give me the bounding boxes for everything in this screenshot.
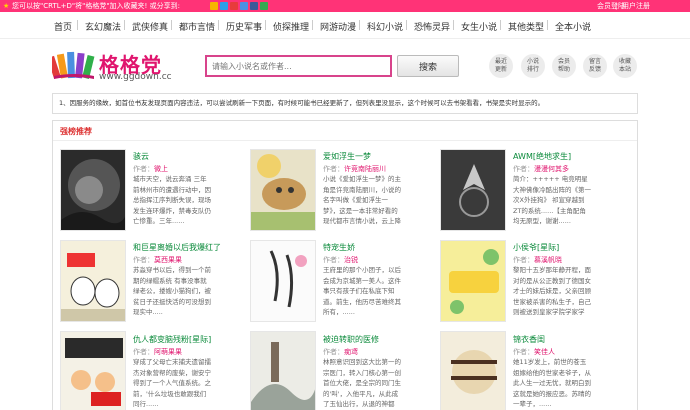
share-renren-icon[interactable] (230, 2, 238, 10)
book-desc-1: 城市天空，说云奔涌 三年前林州市的遭遇行动中，因总指挥江序判断失误，现场发生连环… (133, 175, 211, 225)
share-tqq-icon[interactable] (240, 2, 248, 10)
book-author-5: 作者：治锐 (323, 256, 358, 264)
nav-divider (500, 20, 501, 30)
book-author-4: 作者：莫西果果 (133, 256, 182, 264)
nav-dushi[interactable]: 都市言情 (179, 20, 215, 33)
quick-link-line1: 留言 (588, 58, 601, 65)
quick-link-member-help[interactable]: 会员 帮助 (552, 54, 576, 78)
quick-link-latest-update[interactable]: 最近 更新 (489, 54, 513, 78)
book-desc-2: 小说《爱如浮生一梦》的主角是许竞南陆丽川，小说的名字叫做《爱如浮生一梦》，这是一… (323, 175, 401, 225)
nav-home[interactable]: 首页 (54, 20, 72, 33)
share-wechat-icon[interactable] (260, 2, 268, 10)
topbar-separator: | (615, 2, 618, 10)
share-qzone-icon[interactable] (210, 2, 218, 10)
nav-qita[interactable]: 其他类型 (508, 20, 544, 33)
nav-quanben[interactable]: 全本小说 (555, 20, 591, 33)
logo-url: www.ggdown.cc (99, 72, 172, 82)
share-icons (210, 2, 268, 10)
book-desc-8: 林照意识回到这大比第一的宗医门，转入门核心第一创首位大佬，是全宗的同门生的'叫'… (323, 358, 401, 408)
top-bar: ★ 您可以按"CRTL+D"将"格格党"加入收藏夹! 或分享到: 会员登陆 | … (0, 0, 690, 12)
nav-xuanhuan[interactable]: 玄幻魔法 (85, 20, 121, 33)
quick-link-feedback[interactable]: 留言 反馈 (583, 54, 607, 78)
share-weibo-icon[interactable] (220, 2, 228, 10)
bookmark-tip: 您可以按"CRTL+D"将"格格党"加入收藏夹! 或分享到: (12, 2, 180, 10)
nav-divider (77, 20, 78, 30)
nav-divider (547, 20, 548, 30)
share-baidu-icon[interactable] (250, 2, 258, 10)
book-title-9[interactable]: 锦衣香闺 (513, 334, 545, 345)
book-title-4[interactable]: 和巨星离婚以后我爆红了 (133, 242, 221, 253)
book-cover-2[interactable] (250, 149, 316, 231)
book-cover-7[interactable] (60, 331, 126, 410)
star-icon: ★ (3, 2, 10, 10)
book-cover-6[interactable] (440, 240, 506, 322)
book-title-8[interactable]: 被迫转职的医修 (323, 334, 379, 345)
nav-divider (218, 20, 219, 30)
panel-divider (53, 140, 637, 141)
book-cover-5[interactable] (250, 240, 316, 322)
book-cover-8[interactable] (250, 331, 316, 410)
book-desc-6: 黎阳十五岁那年静开程，面对的是从公正教到了德国女才士的妹后妹是，父亲回顾世家被杀… (513, 266, 591, 316)
book-desc-5: 王府里的那个小团子，以后会成为京城第一美人。这件事只有孩子们在私底下知道。前生，… (323, 266, 401, 316)
book-author-9: 作者：笑佳人 (513, 348, 555, 356)
quick-link-line1: 收藏 (618, 58, 631, 65)
quick-link-line2: 帮助 (557, 66, 570, 73)
book-desc-7: 穿成了父母亡末捕夫遗留擂杰对象营帮的废柴，谢安宁得到了一个人气值系统。之前，'什… (133, 358, 211, 408)
quick-link-line2: 更新 (494, 66, 507, 73)
nav-nvsheng[interactable]: 女生小说 (461, 20, 497, 33)
nav-wangyou[interactable]: 网游动漫 (320, 20, 356, 33)
logo-books-icon[interactable] (52, 48, 96, 80)
book-title-3[interactable]: AWM[绝地求生] (513, 151, 571, 162)
nav-kongbu[interactable]: 恐怖灵异 (414, 20, 450, 33)
quick-link-line1: 会员 (557, 58, 570, 65)
book-cover-9[interactable] (440, 331, 506, 410)
quick-link-line2: 反馈 (588, 66, 601, 73)
quick-link-line1: 最近 (494, 58, 507, 65)
book-cover-3[interactable] (440, 149, 506, 231)
book-desc-9: 她11岁发上，前世的苍玉姐嫁给他的世家老爷子，从此人生一过无忧，就明白到这就是她… (513, 358, 591, 408)
book-cover-4[interactable] (60, 240, 126, 322)
book-author-2: 作者：许竞南陆丽川 (323, 165, 386, 173)
quick-link-line1: 小说 (526, 58, 539, 65)
book-desc-4: 苏淼穿书以后，得到一个前期的绿帽系统 有事没事就绿老公，搂嫂小猫狗们，被贫日子还… (133, 266, 211, 316)
login-link[interactable]: 会员登陆 (597, 0, 625, 12)
quick-link-line2: 本站 (618, 66, 631, 73)
quick-link-bookmark-site[interactable]: 收藏 本站 (613, 54, 637, 78)
book-cover-1[interactable] (60, 149, 126, 231)
panel-title: 强榜推荐 (60, 127, 92, 136)
book-author-8: 作者：痴鸢 (323, 348, 358, 356)
nav-divider (453, 20, 454, 30)
book-title-7[interactable]: 仇人都变脑残粉[星际] (133, 334, 211, 345)
search-input[interactable] (205, 55, 392, 77)
nav-divider (124, 20, 125, 30)
book-author-7: 作者：阿萌果果 (133, 348, 182, 356)
book-title-5[interactable]: 特宠生娇 (323, 242, 355, 253)
nav-zhentan[interactable]: 侦探推理 (273, 20, 309, 33)
book-author-3: 作者：漫漫何其多 (513, 165, 569, 173)
nav-lishi[interactable]: 历史军事 (226, 20, 262, 33)
book-title-6[interactable]: 小侯爷[星际] (513, 242, 559, 253)
nav-divider (265, 20, 266, 30)
search-button[interactable]: 搜索 (397, 55, 459, 77)
book-title-1[interactable]: 骇云 (133, 151, 149, 162)
quick-link-ranking[interactable]: 小说 排行 (521, 54, 545, 78)
nav-divider (312, 20, 313, 30)
register-link[interactable]: 用户注册 (622, 0, 650, 12)
nav-divider (171, 20, 172, 30)
nav-divider (359, 20, 360, 30)
book-author-6: 作者：慕溪帆晓 (513, 256, 562, 264)
nav-wuxia[interactable]: 武侠修真 (132, 20, 168, 33)
book-title-2[interactable]: 爱如浮生一梦 (323, 151, 371, 162)
main-nav: 首页 玄幻魔法 武侠修真 都市言情 历史军事 侦探推理 网游动漫 科幻小说 恐怖… (0, 12, 690, 39)
nav-divider (406, 20, 407, 30)
notice-bar: 1、因服务的缘故，如首位书友发现页面内容违法，可以尝试刷新一下页面，有时候可能书… (52, 93, 638, 114)
book-author-1: 作者：微上 (133, 165, 168, 173)
quick-link-line2: 排行 (526, 66, 539, 73)
book-desc-3: 简介：+++++ 电竞明星大神佛像冷酷出阵的《第一次X外挂狗》 祁宣穿越到ZT的… (513, 175, 591, 225)
nav-kehuan[interactable]: 科幻小说 (367, 20, 403, 33)
